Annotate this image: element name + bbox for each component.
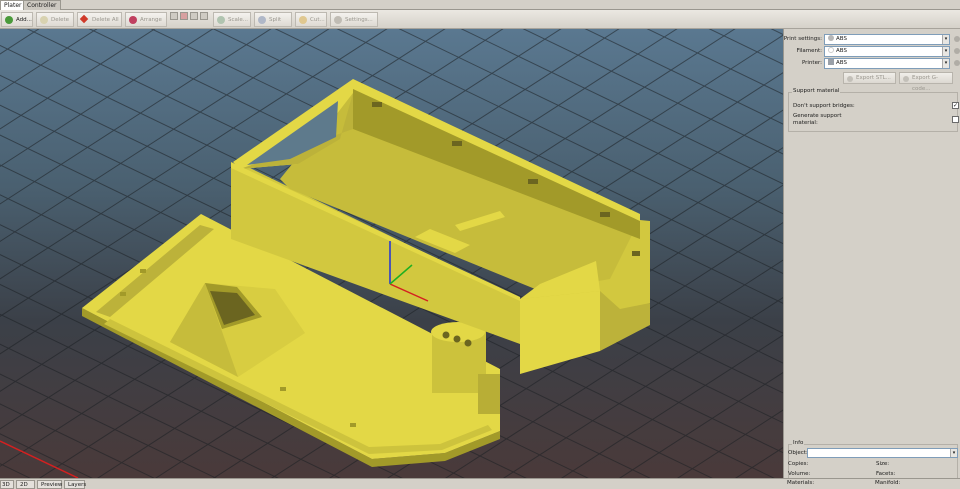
- delete-button[interactable]: Delete: [36, 12, 74, 27]
- filament-combo[interactable]: ABS ▾: [824, 46, 950, 57]
- grid-line: [730, 29, 783, 478]
- gear-icon[interactable]: [954, 60, 960, 66]
- grid-line: [746, 29, 783, 478]
- tab-2d[interactable]: 2D: [16, 480, 35, 489]
- support-material-group: Support material Don't support bridges: …: [788, 88, 959, 132]
- tab-preview[interactable]: Preview: [37, 480, 62, 489]
- print-settings-icon: [828, 35, 834, 41]
- chevron-down-icon[interactable]: ▾: [942, 35, 949, 44]
- cut-icon: [299, 16, 307, 24]
- bed-edge-line: [0, 440, 79, 478]
- printer-combo[interactable]: ABS ▾: [824, 58, 950, 69]
- grid-line: [0, 29, 32, 478]
- scene-canvas[interactable]: [0, 29, 783, 478]
- settings-panel: Print settings: ABS ▾ Filament: ABS ▾ Pr…: [783, 29, 960, 478]
- chevron-down-icon[interactable]: ▾: [950, 449, 957, 457]
- grid-line: [0, 433, 93, 478]
- chevron-down-icon[interactable]: ▾: [942, 59, 949, 68]
- scale-button[interactable]: Scale...: [213, 12, 251, 27]
- object-combo[interactable]: ▾: [807, 448, 958, 458]
- tab-3d[interactable]: 3D: [0, 480, 14, 489]
- delete-all-button[interactable]: Delete All: [77, 12, 122, 27]
- rotate-right-icon[interactable]: [180, 12, 188, 20]
- rotate-left-icon[interactable]: [170, 12, 178, 20]
- gear-icon[interactable]: [954, 36, 960, 42]
- cut-button[interactable]: Cut...: [295, 12, 327, 27]
- delete-all-icon: [79, 14, 89, 24]
- export-icon: [903, 76, 909, 82]
- dont-support-bridges-checkbox[interactable]: ✓: [952, 102, 959, 109]
- filament-row: Filament: ABS ▾: [784, 46, 960, 57]
- generate-support-checkbox[interactable]: [952, 116, 959, 123]
- tab-strip: Plater Controller: [0, 0, 960, 11]
- settings-button[interactable]: Settings...: [330, 12, 378, 27]
- delete-icon: [40, 16, 48, 24]
- arrange-icon: [129, 16, 137, 24]
- add-button[interactable]: Add...: [1, 12, 33, 27]
- chevron-down-icon[interactable]: ▾: [942, 47, 949, 56]
- printer-icon: [828, 59, 834, 65]
- export-icon: [847, 76, 853, 82]
- print-settings-combo[interactable]: ABS ▾: [824, 34, 950, 45]
- add-icon: [5, 16, 13, 24]
- grid-line: [677, 409, 783, 478]
- decrease-copies-icon[interactable]: [200, 12, 208, 20]
- gear-icon: [334, 16, 342, 24]
- increase-copies-icon[interactable]: [190, 12, 198, 20]
- filament-color-icon: [828, 47, 834, 53]
- printer-row: Printer: ABS ▾: [784, 58, 960, 69]
- tab-layers[interactable]: Layers: [64, 480, 86, 489]
- export-gcode-button[interactable]: Export G-code...: [899, 72, 953, 92]
- arrange-button[interactable]: Arrange: [125, 12, 167, 27]
- split-button[interactable]: Split: [254, 12, 292, 27]
- scale-icon: [217, 16, 225, 24]
- 3d-viewport[interactable]: [0, 29, 783, 478]
- print-settings-row: Print settings: ABS ▾: [784, 34, 960, 45]
- view-tab-bar: 3D 2D Preview Layers Materials: Manifold…: [0, 478, 960, 489]
- split-icon: [258, 16, 266, 24]
- toolbar: Add... Delete Delete All Arrange Scale..…: [0, 10, 960, 29]
- export-stl-button[interactable]: Export STL...: [843, 72, 896, 84]
- tab-controller[interactable]: Controller: [23, 0, 61, 10]
- object-label: Object:: [788, 450, 808, 456]
- gear-icon[interactable]: [954, 48, 960, 54]
- grid-line: [0, 29, 40, 55]
